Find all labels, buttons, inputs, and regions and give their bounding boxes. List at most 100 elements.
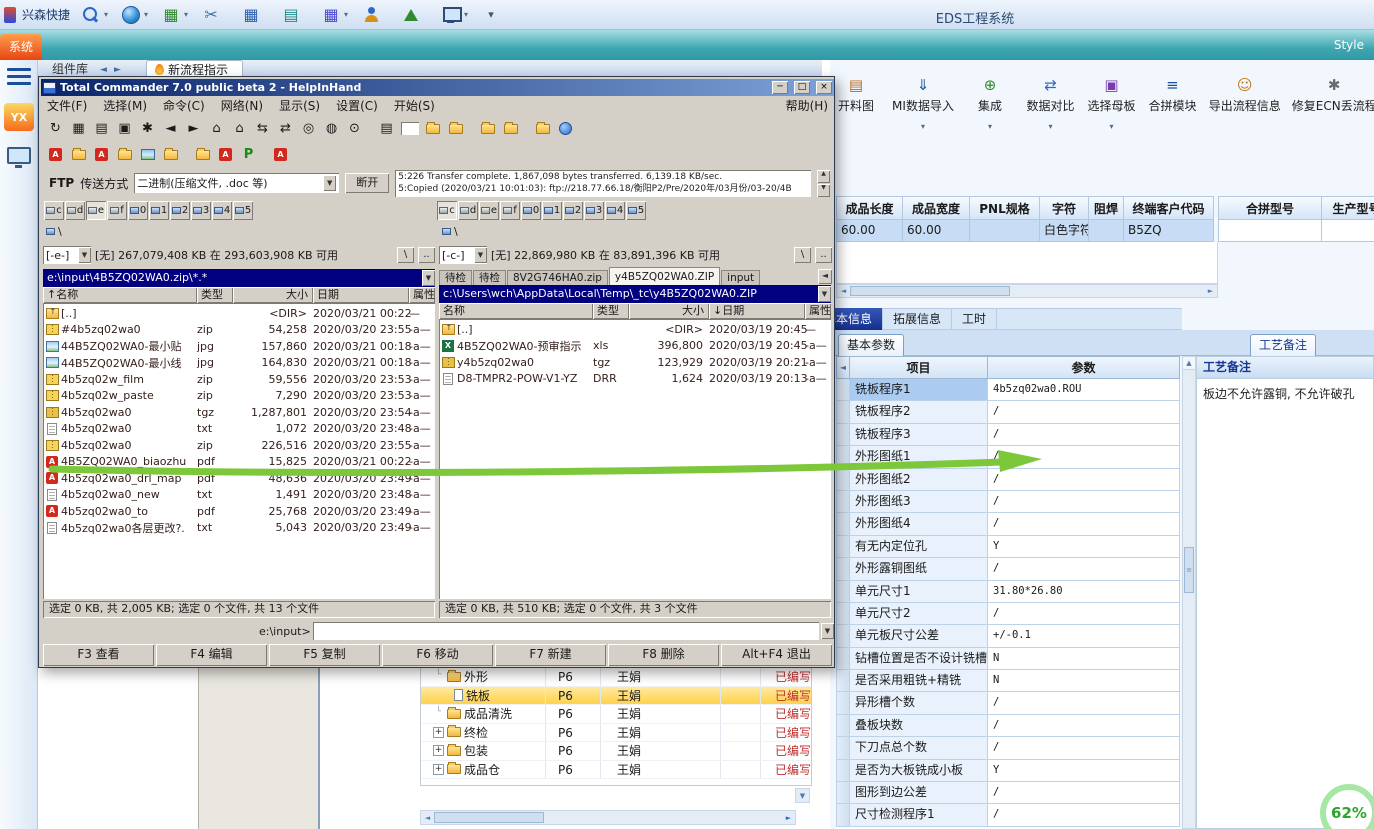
export[interactable]: ☺ 导出流程信息 (1209, 76, 1281, 158)
row-selector[interactable] (836, 580, 850, 603)
right-drive-select[interactable]: [-c-] (439, 246, 487, 264)
menu-item[interactable]: 显示(S) (279, 97, 320, 114)
tree-expander-icon[interactable]: + (433, 763, 444, 775)
function-key-button[interactable]: Alt+F4 退出 (721, 644, 832, 666)
row-selector[interactable] (836, 558, 850, 581)
parameter-row[interactable]: 单元尺寸2 / (836, 602, 1180, 626)
file-row[interactable]: 4b5zq02wa0 tgz 1,287,801 2020/03/20 23:5… (43, 404, 435, 421)
col-length[interactable]: 成品长度 (836, 196, 903, 220)
drive-button[interactable]: 1 (149, 200, 169, 220)
folder-a-icon[interactable] (421, 117, 444, 139)
parameter-row[interactable]: 图形到边公差 / (836, 782, 1180, 805)
close-button[interactable]: × (816, 81, 832, 94)
row-selector[interactable] (836, 602, 850, 626)
path-history-icon[interactable] (818, 286, 831, 302)
drive-button[interactable]: d (458, 200, 478, 220)
scroll-thumb[interactable] (1184, 547, 1194, 593)
dropdown-icon[interactable] (474, 247, 487, 263)
param-value[interactable]: / (988, 468, 1180, 491)
row-selector[interactable] (836, 670, 850, 693)
param-value[interactable]: 4b5zq02wa0.ROU (988, 379, 1180, 402)
column-type[interactable]: 类型 (197, 287, 233, 303)
parameter-row[interactable]: 下刀点总个数 / (836, 737, 1180, 760)
column-attr[interactable]: 属性 (409, 287, 435, 303)
image-tool-icon[interactable] (136, 143, 159, 165)
parameter-row[interactable]: 叠板块数 / (836, 714, 1180, 738)
row-selector[interactable] (836, 446, 850, 469)
parameter-row[interactable]: 外形图纸3 / (836, 490, 1180, 514)
process-row[interactable]: + 终检 P6 王娟 已编写 (421, 723, 811, 742)
favorites-icon[interactable]: ✱ (136, 117, 159, 139)
dropdown-icon[interactable] (78, 247, 91, 263)
style-label[interactable]: Style (1334, 38, 1364, 52)
param-value[interactable]: / (988, 513, 1180, 536)
file-row[interactable]: 4b5zq02wa0 zip 226,516 2020/03/20 23:55 … (43, 437, 435, 454)
left-parent-button[interactable]: .. (418, 247, 435, 263)
right-parent-button[interactable]: .. (815, 247, 832, 263)
dropdown-caret-icon[interactable] (988, 122, 992, 131)
monitor-icon[interactable] (440, 4, 472, 26)
file-row[interactable]: 4b5zq02w_film zip 59,556 2020/03/20 23:5… (43, 371, 435, 388)
folder-4-icon[interactable] (191, 143, 214, 165)
file-row[interactable]: 44B5ZQ02WA0-最小贴 jpg 157,860 2020/03/21 0… (43, 338, 435, 355)
full-view-icon[interactable]: ▤ (90, 117, 113, 139)
tree-scroll-down-icon[interactable] (795, 788, 810, 803)
folder-tab[interactable]: y4B5ZQ02WA0.ZIP (608, 267, 721, 285)
tree-expander-icon[interactable]: + (433, 745, 444, 757)
yx-logo[interactable]: YX (4, 103, 34, 131)
left-path-bar[interactable]: e:\input\4B5ZQ02WA0.zip\*.* (43, 269, 435, 287)
param-value[interactable]: / (988, 692, 1180, 715)
file-row[interactable]: 4B5ZQ02WA0-预审指示 xls 396,800 2020/03/19 2… (439, 338, 831, 355)
url-icon[interactable]: ◍ (320, 117, 343, 139)
drive-button[interactable]: e (86, 200, 106, 220)
file-row[interactable]: 4b5zq02wa0 txt 1,072 2020/03/20 23:48 -a… (43, 421, 435, 438)
drive-button[interactable]: 5 (233, 200, 253, 220)
row-selector[interactable] (836, 535, 850, 559)
row-selector[interactable] (836, 401, 850, 424)
maximize-button[interactable]: □ (794, 81, 810, 94)
scroll-left-icon[interactable] (837, 287, 850, 295)
file-row[interactable]: y4b5zq02wa0 tgz 123,929 2020/03/19 20:21… (439, 354, 831, 371)
drive-button[interactable]: 4 (212, 200, 232, 220)
param-value[interactable]: Y (988, 759, 1180, 783)
drive-button[interactable]: 3 (584, 200, 604, 220)
scroll-thumb[interactable] (850, 286, 1010, 296)
left-root-label[interactable]: \ (58, 225, 62, 238)
folder-tab[interactable]: 8V2G746HA0.zip (507, 270, 608, 285)
parameter-row[interactable]: 单元尺寸1 31.80*26.80 (836, 580, 1180, 603)
row-selector[interactable] (836, 759, 850, 783)
function-key-button[interactable]: F4 编辑 (156, 644, 267, 666)
file-row[interactable]: 4b5zq02wa0_to pdf 25,768 2020/03/20 23:4… (43, 503, 435, 520)
more-options-icon[interactable] (480, 4, 512, 26)
folder-1-icon[interactable] (67, 143, 90, 165)
command-input[interactable] (312, 622, 819, 640)
process-row[interactable]: └ 外形 P6 王娟 已编写 (421, 668, 811, 687)
tree-expander-icon[interactable]: + (433, 726, 444, 738)
function-key-button[interactable]: F5 复制 (269, 644, 380, 666)
brief-view-icon[interactable]: ▦ (67, 117, 90, 139)
column-size[interactable]: 大小 (233, 287, 313, 303)
integrate[interactable]: ⊕ 集成 (968, 76, 1012, 158)
import[interactable]: ⇓ MI数据导入 (892, 76, 954, 158)
column-name[interactable]: ↑名称 (43, 287, 197, 303)
chart-icon[interactable] (400, 4, 432, 26)
parameter-row[interactable]: 异形槽个数 / (836, 692, 1180, 715)
drive-button[interactable]: 2 (170, 200, 190, 220)
tab-scroll-icon[interactable] (818, 269, 832, 284)
param-value[interactable]: / (988, 558, 1180, 581)
dropdown-caret-icon[interactable] (1109, 122, 1113, 131)
table-blue-icon[interactable] (240, 4, 272, 26)
pdf-b-icon[interactable]: A (90, 143, 113, 165)
monitor-shortcut-icon[interactable] (7, 147, 31, 168)
drive-button[interactable]: 3 (191, 200, 211, 220)
folder-tab[interactable]: 待检 (439, 270, 472, 285)
tree-horizontal-scrollbar[interactable] (420, 810, 796, 825)
refresh-icon[interactable]: ↻ (44, 117, 67, 139)
parameter-row[interactable]: 有无内定位孔 Y (836, 535, 1180, 559)
param-value[interactable]: / (988, 714, 1180, 738)
function-key-button[interactable]: F7 新建 (495, 644, 606, 666)
file-row[interactable]: 4b5zq02w_paste zip 7,290 2020/03/20 23:5… (43, 388, 435, 405)
info-tab[interactable]: 工时 (952, 308, 998, 330)
row-selector[interactable] (836, 423, 850, 447)
collapse-left-icon[interactable] (836, 356, 850, 379)
